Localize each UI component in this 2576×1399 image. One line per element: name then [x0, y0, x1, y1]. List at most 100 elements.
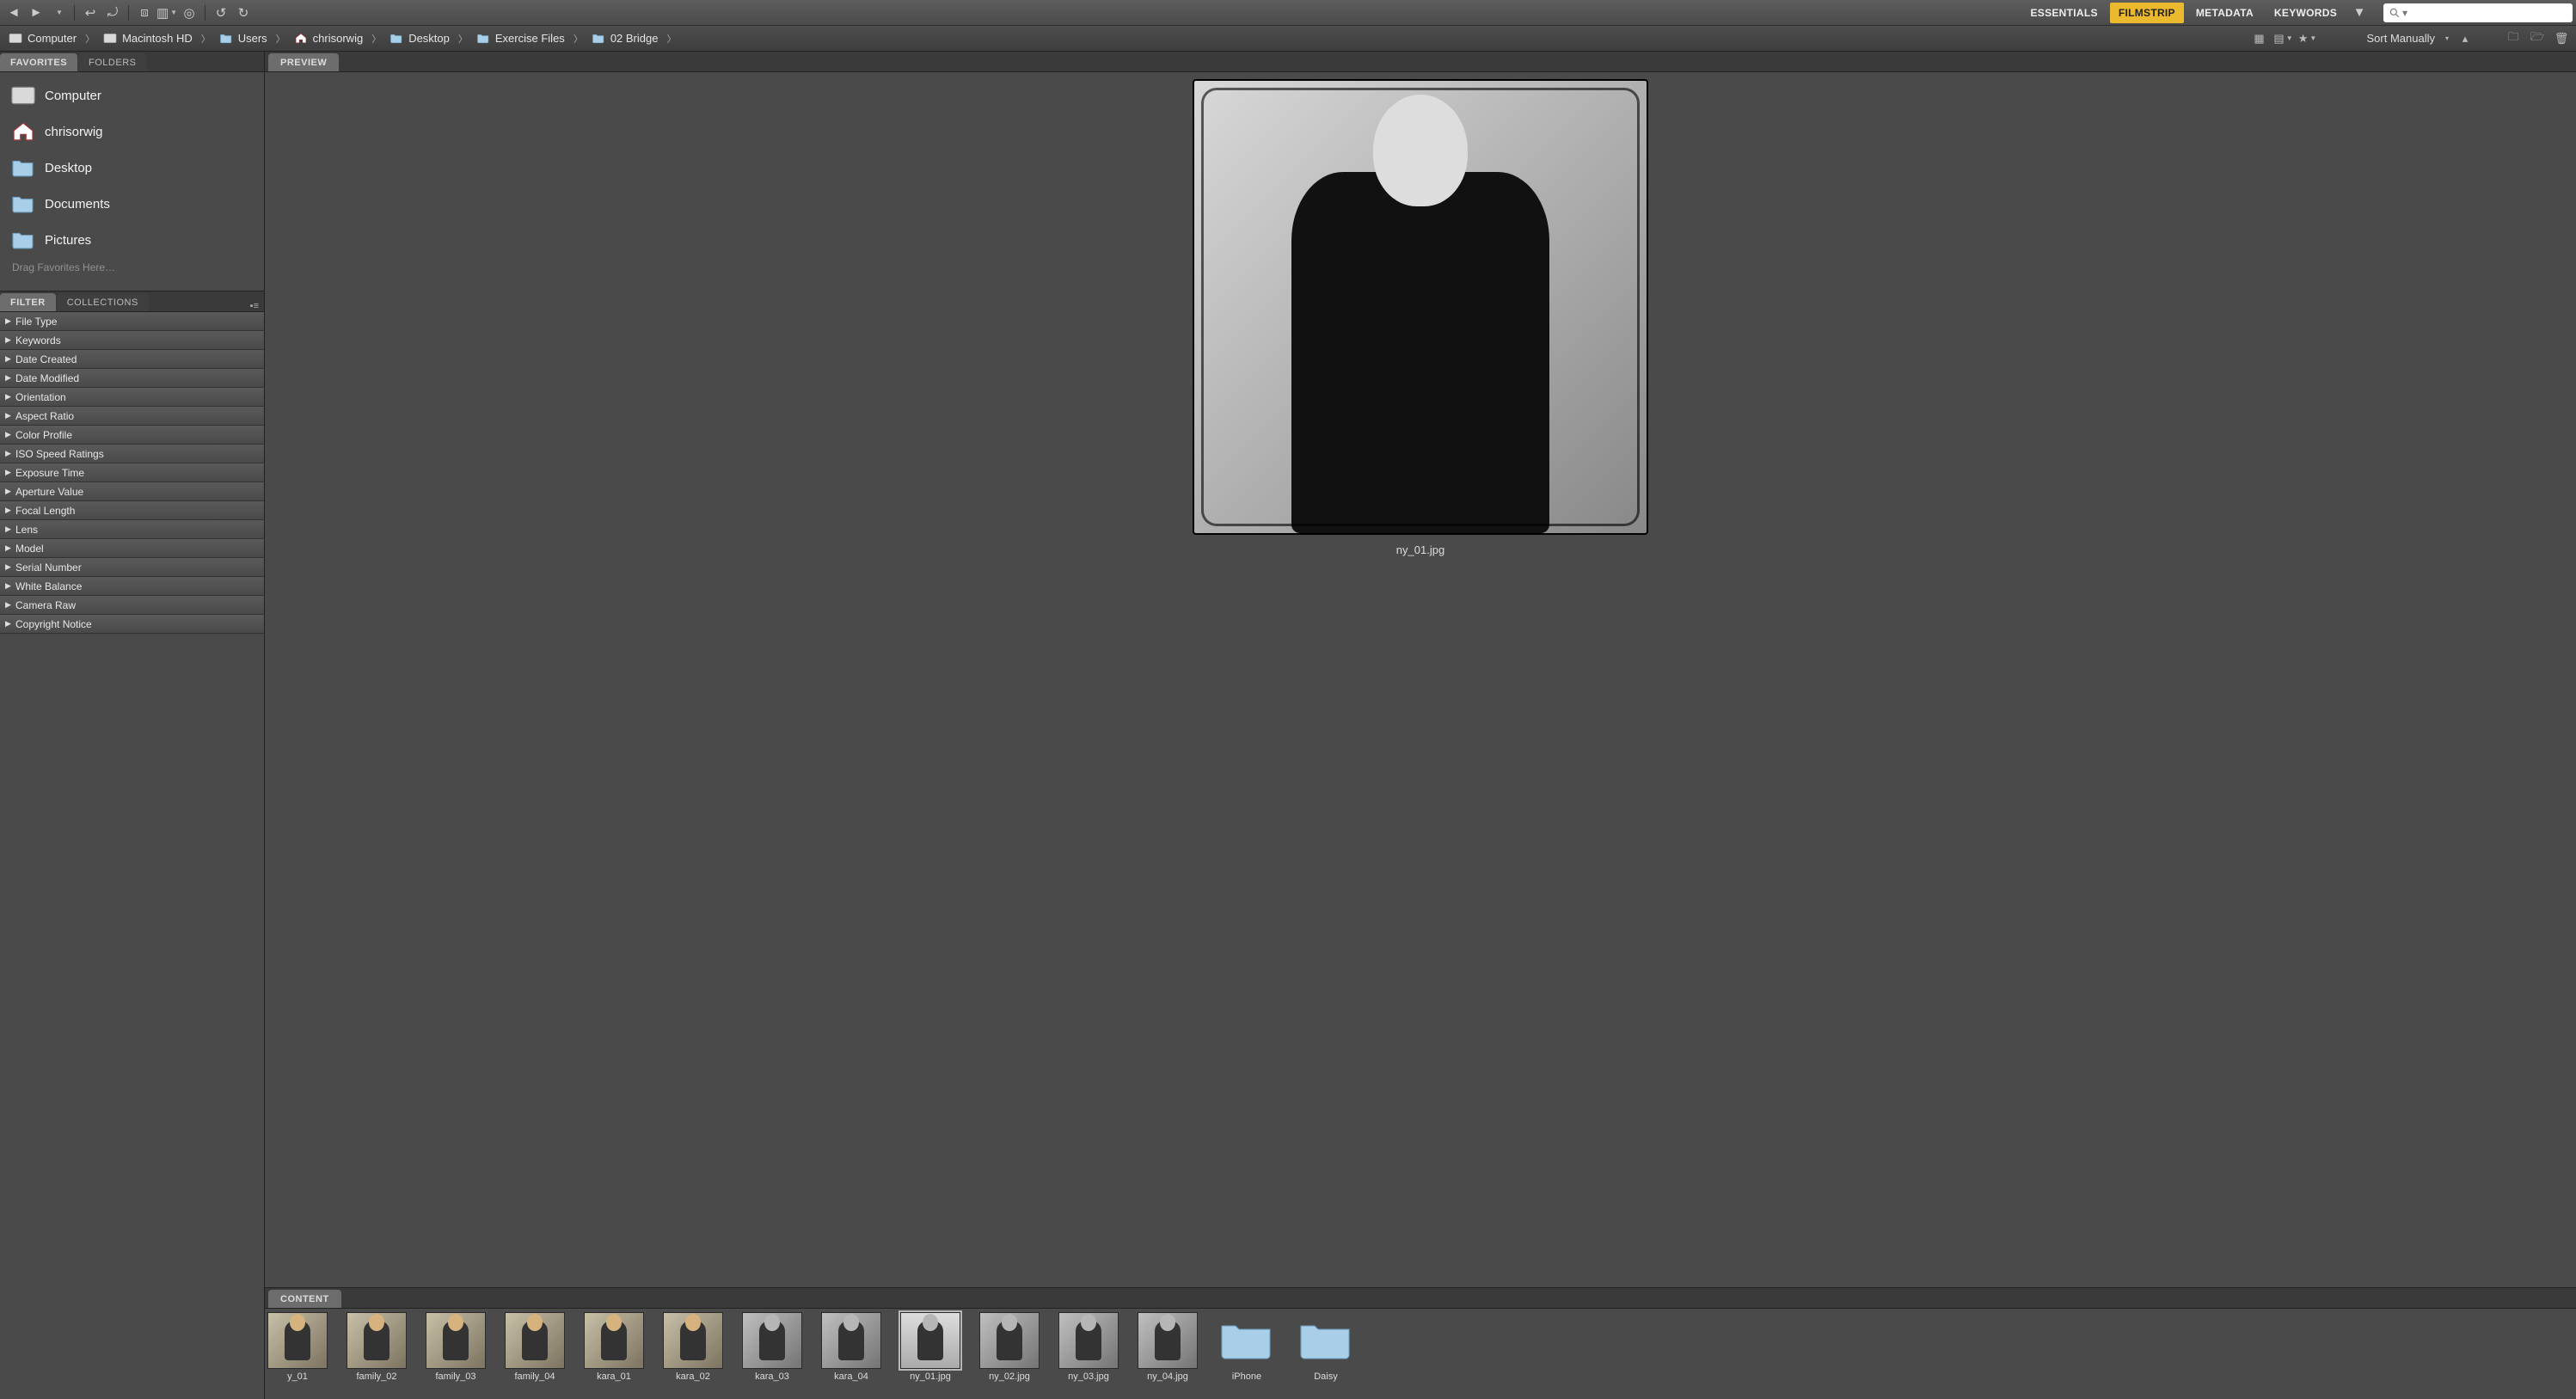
thumb-placeholder — [680, 1321, 706, 1360]
thumb-image[interactable]: kara_04 — [820, 1312, 882, 1399]
favorite-label: Pictures — [45, 233, 91, 248]
thumb-image[interactable]: kara_01 — [583, 1312, 645, 1399]
thumb-image[interactable]: family_02 — [346, 1312, 408, 1399]
thumb-placeholder — [601, 1321, 627, 1360]
crumb-separator: 〉 — [198, 32, 214, 46]
filter-row-copyright-notice[interactable]: ▶Copyright Notice — [0, 615, 264, 634]
filter-row-label: Camera Raw — [15, 599, 76, 611]
filter-row-aperture-value[interactable]: ▶Aperture Value — [0, 482, 264, 501]
thumb-folder[interactable]: iPhone — [1216, 1312, 1278, 1399]
filter-row-camera-raw[interactable]: ▶Camera Raw — [0, 596, 264, 615]
filter-row-date-created[interactable]: ▶Date Created — [0, 350, 264, 369]
home-icon — [10, 120, 36, 143]
tab-content[interactable]: CONTENT — [268, 1290, 341, 1308]
tab-filter[interactable]: FILTER — [0, 293, 56, 311]
preview-image[interactable] — [1193, 79, 1648, 535]
folder-icon — [1220, 1319, 1273, 1362]
workspace-filmstrip[interactable]: FILMSTRIP — [2110, 3, 2184, 23]
rotate-ccw-icon[interactable]: ↺ — [211, 3, 231, 22]
crumb-separator: 〉 — [663, 32, 679, 46]
boomerang-icon[interactable]: ↩ — [80, 3, 101, 22]
filter-row-aspect-ratio[interactable]: ▶Aspect Ratio — [0, 407, 264, 426]
view-grid-icon[interactable]: ▦ — [2252, 31, 2267, 46]
tab-folders[interactable]: FOLDERS — [78, 53, 146, 71]
star-filter-dropdown[interactable]: ★▼ — [2300, 31, 2315, 46]
favorite-item-home[interactable]: chrisorwig — [3, 114, 261, 150]
thumb-box — [1296, 1312, 1356, 1369]
thumb-filename: ny_01.jpg — [897, 1371, 964, 1383]
tab-preview[interactable]: PREVIEW — [268, 53, 339, 71]
open-recent-icon[interactable]: 🗁 — [2530, 31, 2545, 46]
left-sidebar: FAVORITES FOLDERS Computer chrisorwig De… — [0, 52, 265, 1399]
filter-row-iso-speed-ratings[interactable]: ▶ISO Speed Ratings — [0, 445, 264, 463]
filter-row-color-profile[interactable]: ▶Color Profile — [0, 426, 264, 445]
trash-icon[interactable]: 🗑 — [2554, 31, 2569, 46]
crumb-label: Macintosh HD — [122, 32, 193, 45]
workspace-keywords[interactable]: KEYWORDS — [2266, 3, 2346, 23]
nav-forward-button[interactable]: ► — [26, 3, 46, 22]
view-options-dropdown[interactable]: ▤▼ — [2276, 31, 2291, 46]
workspace-more-dropdown[interactable]: ▼ — [2349, 3, 2370, 22]
filter-row-white-balance[interactable]: ▶White Balance — [0, 577, 264, 596]
sort-ascending-icon[interactable]: ▴ — [2457, 31, 2473, 46]
favorite-item-pictures[interactable]: Pictures — [3, 222, 261, 258]
favorites-panel-tabs: FAVORITES FOLDERS — [0, 52, 264, 72]
thumb-filename: ny_04.jpg — [1134, 1371, 1201, 1383]
thumb-box — [1217, 1312, 1277, 1369]
crumb-macintosh-hd[interactable]: Macintosh HD — [101, 30, 194, 46]
search-input[interactable]: ▾ — [2383, 3, 2573, 22]
nav-back-button[interactable]: ◄ — [3, 3, 24, 22]
filter-row-focal-length[interactable]: ▶Focal Length — [0, 501, 264, 520]
main-toolbar: ◄ ► ▼ ↩ ⤾ ⧈ ▥▼ ◎ ↺ ↻ ESSENTIALS FILMSTRI… — [0, 0, 2576, 26]
thumb-image[interactable]: family_03 — [425, 1312, 487, 1399]
preview-area[interactable]: ny_01.jpg — [265, 72, 2576, 1287]
workspace-essentials[interactable]: ESSENTIALS — [2021, 3, 2106, 23]
filter-row-orientation[interactable]: ▶Orientation — [0, 388, 264, 407]
crumb-label: Computer — [28, 32, 77, 45]
rotate-cw-icon[interactable]: ↻ — [233, 3, 254, 22]
filter-row-serial-number[interactable]: ▶Serial Number — [0, 558, 264, 577]
favorite-item-desktop[interactable]: Desktop — [3, 150, 261, 186]
thumb-image[interactable]: ny_03.jpg — [1058, 1312, 1119, 1399]
crumb-computer[interactable]: Computer — [7, 30, 78, 46]
thumb-image[interactable]: ny_01.jpg — [899, 1312, 961, 1399]
filter-row-model[interactable]: ▶Model — [0, 539, 264, 558]
camera-download-icon[interactable]: ⧈ — [134, 3, 155, 22]
filter-row-keywords[interactable]: ▶Keywords — [0, 331, 264, 350]
favorite-item-documents[interactable]: Documents — [3, 186, 261, 222]
crumb-chrisorwig[interactable]: chrisorwig — [292, 30, 365, 46]
folder-icon — [219, 33, 233, 44]
disclosure-triangle-icon: ▶ — [5, 543, 15, 553]
filter-row-lens[interactable]: ▶Lens — [0, 520, 264, 539]
crumb-users[interactable]: Users — [218, 30, 269, 46]
refine-icon[interactable]: ▥▼ — [156, 3, 177, 22]
tab-collections[interactable]: COLLECTIONS — [57, 293, 149, 311]
favorites-list: Computer chrisorwig Desktop Documents Pi… — [0, 72, 264, 291]
favorite-item-computer[interactable]: Computer — [3, 77, 261, 114]
sort-mode-dropdown-icon[interactable]: ▾ — [2445, 34, 2449, 42]
sort-mode-label[interactable]: Sort Manually — [2367, 32, 2435, 45]
filter-row-file-type[interactable]: ▶File Type — [0, 312, 264, 331]
workspace-metadata[interactable]: METADATA — [2187, 3, 2262, 23]
thumb-image[interactable]: ny_02.jpg — [978, 1312, 1040, 1399]
filter-row-exposure-time[interactable]: ▶Exposure Time — [0, 463, 264, 482]
search-dropdown-icon[interactable]: ▾ — [2402, 7, 2407, 19]
crumb-exercise-files[interactable]: Exercise Files — [475, 30, 567, 46]
filmstrip[interactable]: y_01 family_02 family_03 family_04 kara_01 ka… — [265, 1309, 2576, 1399]
thumb-folder[interactable]: Daisy — [1295, 1312, 1357, 1399]
preview-filename: ny_01.jpg — [1396, 543, 1444, 556]
filter-panel-menu-icon[interactable]: ▪≡ — [250, 301, 264, 311]
thumb-image[interactable]: ny_04.jpg — [1137, 1312, 1199, 1399]
crumb-desktop[interactable]: Desktop — [388, 30, 451, 46]
reveal-icon[interactable]: ⤾ — [102, 3, 123, 22]
nav-recent-dropdown[interactable]: ▼ — [48, 3, 69, 22]
filter-row-date-modified[interactable]: ▶Date Modified — [0, 369, 264, 388]
open-in-cr-icon[interactable]: ◎ — [179, 3, 199, 22]
crumb-02-bridge[interactable]: 02 Bridge — [590, 30, 660, 46]
thumb-image[interactable]: kara_02 — [662, 1312, 724, 1399]
new-folder-icon[interactable]: 🗀 — [2505, 31, 2521, 46]
thumb-image[interactable]: y_01 — [267, 1312, 328, 1399]
tab-favorites[interactable]: FAVORITES — [0, 53, 77, 71]
thumb-image[interactable]: kara_03 — [741, 1312, 803, 1399]
thumb-image[interactable]: family_04 — [504, 1312, 566, 1399]
